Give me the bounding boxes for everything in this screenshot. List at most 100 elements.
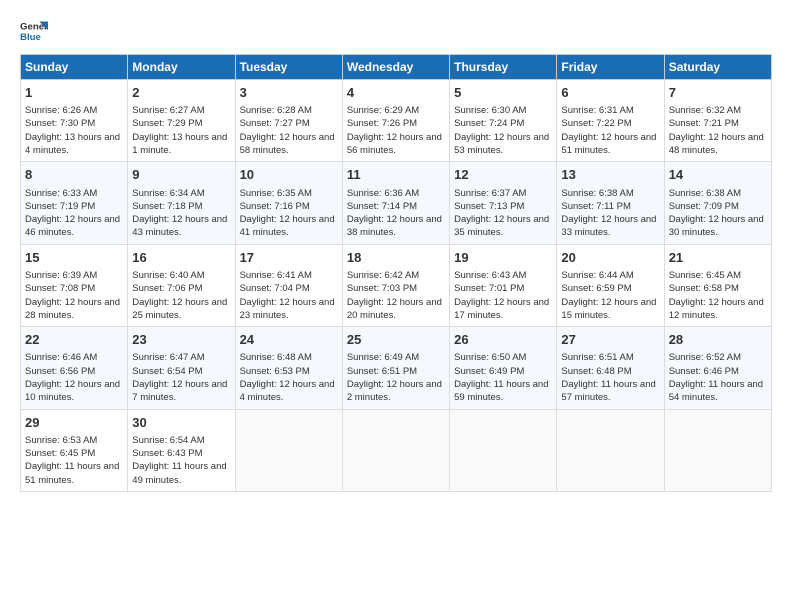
day-number: 9 xyxy=(132,166,230,184)
calendar-cell: 5 Sunrise: 6:30 AM Sunset: 7:24 PM Dayli… xyxy=(450,80,557,162)
sunrise-text: Sunrise: 6:36 AM xyxy=(347,188,419,199)
sunrise-text: Sunrise: 6:32 AM xyxy=(669,105,741,116)
daylight-text: Daylight: 11 hours and 57 minutes. xyxy=(561,379,655,403)
sunset-text: Sunset: 7:24 PM xyxy=(454,118,524,129)
cell-content: 19 Sunrise: 6:43 AM Sunset: 7:01 PM Dayl… xyxy=(454,249,552,322)
col-header-tuesday: Tuesday xyxy=(235,55,342,80)
sunrise-text: Sunrise: 6:38 AM xyxy=(669,188,741,199)
sunset-text: Sunset: 7:26 PM xyxy=(347,118,417,129)
day-number: 10 xyxy=(240,166,338,184)
calendar-cell: 30 Sunrise: 6:54 AM Sunset: 6:43 PM Dayl… xyxy=(128,409,235,491)
sunset-text: Sunset: 7:22 PM xyxy=(561,118,631,129)
cell-content: 26 Sunrise: 6:50 AM Sunset: 6:49 PM Dayl… xyxy=(454,331,552,404)
day-number: 30 xyxy=(132,414,230,432)
sunrise-text: Sunrise: 6:26 AM xyxy=(25,105,97,116)
calendar-cell: 15 Sunrise: 6:39 AM Sunset: 7:08 PM Dayl… xyxy=(21,244,128,326)
calendar-cell xyxy=(342,409,449,491)
cell-content: 25 Sunrise: 6:49 AM Sunset: 6:51 PM Dayl… xyxy=(347,331,445,404)
cell-content: 24 Sunrise: 6:48 AM Sunset: 6:53 PM Dayl… xyxy=(240,331,338,404)
sunset-text: Sunset: 7:04 PM xyxy=(240,283,310,294)
daylight-text: Daylight: 12 hours and 53 minutes. xyxy=(454,132,549,156)
sunset-text: Sunset: 7:16 PM xyxy=(240,201,310,212)
cell-content: 30 Sunrise: 6:54 AM Sunset: 6:43 PM Dayl… xyxy=(132,414,230,487)
daylight-text: Daylight: 12 hours and 4 minutes. xyxy=(240,379,335,403)
cell-content: 17 Sunrise: 6:41 AM Sunset: 7:04 PM Dayl… xyxy=(240,249,338,322)
daylight-text: Daylight: 13 hours and 1 minute. xyxy=(132,132,227,156)
sunrise-text: Sunrise: 6:46 AM xyxy=(25,352,97,363)
day-number: 3 xyxy=(240,84,338,102)
day-number: 13 xyxy=(561,166,659,184)
sunset-text: Sunset: 6:46 PM xyxy=(669,366,739,377)
daylight-text: Daylight: 12 hours and 28 minutes. xyxy=(25,297,120,321)
day-number: 2 xyxy=(132,84,230,102)
day-number: 14 xyxy=(669,166,767,184)
cell-content: 7 Sunrise: 6:32 AM Sunset: 7:21 PM Dayli… xyxy=(669,84,767,157)
svg-text:Blue: Blue xyxy=(20,32,41,43)
sunset-text: Sunset: 6:51 PM xyxy=(347,366,417,377)
sunrise-text: Sunrise: 6:52 AM xyxy=(669,352,741,363)
daylight-text: Daylight: 12 hours and 41 minutes. xyxy=(240,214,335,238)
daylight-text: Daylight: 12 hours and 17 minutes. xyxy=(454,297,549,321)
day-number: 16 xyxy=(132,249,230,267)
cell-content: 14 Sunrise: 6:38 AM Sunset: 7:09 PM Dayl… xyxy=(669,166,767,239)
sunrise-text: Sunrise: 6:39 AM xyxy=(25,270,97,281)
sunset-text: Sunset: 7:27 PM xyxy=(240,118,310,129)
col-header-saturday: Saturday xyxy=(664,55,771,80)
logo-icon: General Blue xyxy=(20,18,48,46)
sunset-text: Sunset: 7:18 PM xyxy=(132,201,202,212)
daylight-text: Daylight: 12 hours and 43 minutes. xyxy=(132,214,227,238)
sunrise-text: Sunrise: 6:49 AM xyxy=(347,352,419,363)
sunrise-text: Sunrise: 6:28 AM xyxy=(240,105,312,116)
day-number: 26 xyxy=(454,331,552,349)
calendar-cell: 17 Sunrise: 6:41 AM Sunset: 7:04 PM Dayl… xyxy=(235,244,342,326)
calendar-cell: 6 Sunrise: 6:31 AM Sunset: 7:22 PM Dayli… xyxy=(557,80,664,162)
cell-content: 22 Sunrise: 6:46 AM Sunset: 6:56 PM Dayl… xyxy=(25,331,123,404)
sunset-text: Sunset: 7:30 PM xyxy=(25,118,95,129)
calendar-cell: 12 Sunrise: 6:37 AM Sunset: 7:13 PM Dayl… xyxy=(450,162,557,244)
cell-content: 1 Sunrise: 6:26 AM Sunset: 7:30 PM Dayli… xyxy=(25,84,123,157)
sunset-text: Sunset: 6:45 PM xyxy=(25,448,95,459)
calendar-cell xyxy=(664,409,771,491)
sunset-text: Sunset: 6:56 PM xyxy=(25,366,95,377)
calendar-cell: 26 Sunrise: 6:50 AM Sunset: 6:49 PM Dayl… xyxy=(450,327,557,409)
day-number: 4 xyxy=(347,84,445,102)
calendar-cell: 10 Sunrise: 6:35 AM Sunset: 7:16 PM Dayl… xyxy=(235,162,342,244)
calendar-cell xyxy=(557,409,664,491)
calendar-cell: 9 Sunrise: 6:34 AM Sunset: 7:18 PM Dayli… xyxy=(128,162,235,244)
day-number: 1 xyxy=(25,84,123,102)
day-number: 7 xyxy=(669,84,767,102)
sunrise-text: Sunrise: 6:41 AM xyxy=(240,270,312,281)
cell-content: 5 Sunrise: 6:30 AM Sunset: 7:24 PM Dayli… xyxy=(454,84,552,157)
sunset-text: Sunset: 6:49 PM xyxy=(454,366,524,377)
daylight-text: Daylight: 12 hours and 51 minutes. xyxy=(561,132,656,156)
calendar-cell: 16 Sunrise: 6:40 AM Sunset: 7:06 PM Dayl… xyxy=(128,244,235,326)
header-row: SundayMondayTuesdayWednesdayThursdayFrid… xyxy=(21,55,772,80)
calendar-cell: 20 Sunrise: 6:44 AM Sunset: 6:59 PM Dayl… xyxy=(557,244,664,326)
day-number: 24 xyxy=(240,331,338,349)
daylight-text: Daylight: 12 hours and 25 minutes. xyxy=(132,297,227,321)
cell-content: 29 Sunrise: 6:53 AM Sunset: 6:45 PM Dayl… xyxy=(25,414,123,487)
day-number: 5 xyxy=(454,84,552,102)
daylight-text: Daylight: 12 hours and 56 minutes. xyxy=(347,132,442,156)
sunrise-text: Sunrise: 6:44 AM xyxy=(561,270,633,281)
calendar-cell xyxy=(450,409,557,491)
daylight-text: Daylight: 12 hours and 12 minutes. xyxy=(669,297,764,321)
week-row-4: 22 Sunrise: 6:46 AM Sunset: 6:56 PM Dayl… xyxy=(21,327,772,409)
daylight-text: Daylight: 12 hours and 7 minutes. xyxy=(132,379,227,403)
daylight-text: Daylight: 13 hours and 4 minutes. xyxy=(25,132,120,156)
week-row-3: 15 Sunrise: 6:39 AM Sunset: 7:08 PM Dayl… xyxy=(21,244,772,326)
calendar-cell: 19 Sunrise: 6:43 AM Sunset: 7:01 PM Dayl… xyxy=(450,244,557,326)
col-header-thursday: Thursday xyxy=(450,55,557,80)
cell-content: 10 Sunrise: 6:35 AM Sunset: 7:16 PM Dayl… xyxy=(240,166,338,239)
daylight-text: Daylight: 11 hours and 51 minutes. xyxy=(25,461,119,485)
sunset-text: Sunset: 7:03 PM xyxy=(347,283,417,294)
week-row-5: 29 Sunrise: 6:53 AM Sunset: 6:45 PM Dayl… xyxy=(21,409,772,491)
sunrise-text: Sunrise: 6:31 AM xyxy=(561,105,633,116)
day-number: 28 xyxy=(669,331,767,349)
sunrise-text: Sunrise: 6:54 AM xyxy=(132,435,204,446)
daylight-text: Daylight: 11 hours and 54 minutes. xyxy=(669,379,763,403)
sunrise-text: Sunrise: 6:30 AM xyxy=(454,105,526,116)
sunset-text: Sunset: 6:53 PM xyxy=(240,366,310,377)
daylight-text: Daylight: 12 hours and 48 minutes. xyxy=(669,132,764,156)
day-number: 8 xyxy=(25,166,123,184)
